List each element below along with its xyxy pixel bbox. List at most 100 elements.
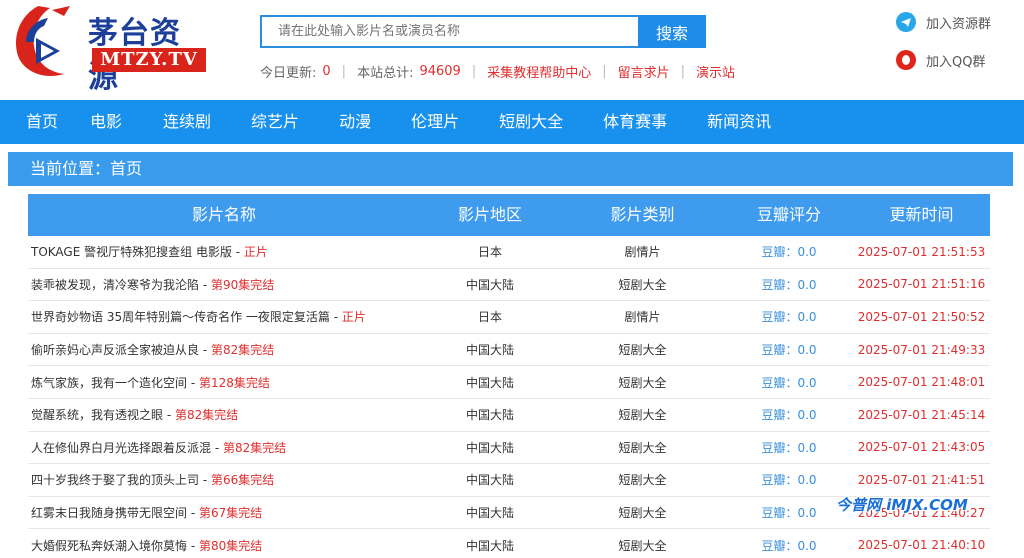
join-telegram-link[interactable]: 加入资源群	[896, 12, 991, 32]
divider: |	[680, 64, 686, 79]
video-category: 短剧大全	[618, 538, 667, 553]
table-row[interactable]: 装乖被发现，清冷寒爷为我沦陷 - 第90集完结 中国大陆 短剧大全 豆瓣：0.0…	[28, 269, 990, 302]
nav-item-movies[interactable]: 电影	[76, 100, 149, 144]
table-row[interactable]: 大婚假死私奔妖潮入境你莫悔 - 第80集完结 中国大陆 短剧大全 豆瓣：0.0 …	[28, 529, 990, 558]
join-qq-label: 加入QQ群	[926, 54, 986, 70]
table-row[interactable]: 世界奇妙物语 35周年特别篇～传奇名作 一夜限定复活篇 - 正片 日本 剧情片 …	[28, 301, 990, 334]
video-region: 中国大陆	[465, 506, 514, 521]
video-status: 正片	[341, 310, 366, 325]
today-update-label: 今日更新:	[260, 66, 317, 81]
telegram-icon	[896, 12, 916, 32]
total-label: 本站总计:	[357, 66, 414, 81]
table-row[interactable]: 人在修仙界白月光选择跟着反派混 - 第82集完结 中国大陆 短剧大全 豆瓣：0.…	[28, 432, 990, 465]
title-separator: -	[187, 506, 199, 521]
video-title[interactable]: 红雾末日我随身携带无限空间	[31, 506, 187, 520]
video-rating: 豆瓣：0.0	[761, 440, 817, 455]
video-rating: 豆瓣：0.0	[761, 473, 817, 488]
video-status: 第128集完结	[198, 375, 270, 390]
video-status: 第82集完结	[222, 440, 287, 455]
video-region: 中国大陆	[465, 408, 514, 423]
breadcrumb: 当前位置：首页	[8, 152, 1013, 186]
video-region: 中国大陆	[465, 375, 514, 390]
video-title-cell[interactable]: 世界奇妙物语 35周年特别篇～传奇名作 一夜限定复活篇 - 正片	[28, 308, 420, 325]
video-status: 第82集完结	[174, 408, 239, 423]
header-category: 影片类别	[610, 205, 675, 224]
video-region: 中国大陆	[465, 538, 514, 553]
video-title[interactable]: 装乖被发现，清冷寒爷为我沦陷	[31, 278, 199, 292]
video-update-time: 2025-07-01 21:45:14	[857, 407, 986, 422]
watermark: 今普网 iMJX.COM	[836, 496, 968, 514]
video-title[interactable]: TOKAGE 警视厅特殊犯搜查组 电影版	[31, 245, 232, 259]
video-update-time: 2025-07-01 21:51:53	[857, 244, 986, 259]
total-value: 94609	[419, 64, 461, 79]
video-update-time: 2025-07-01 21:40:10	[857, 538, 986, 553]
site-logo[interactable]: 茅台资源 MTZY.TV	[8, 2, 206, 95]
qq-icon	[896, 50, 916, 70]
video-category: 剧情片	[624, 245, 661, 260]
table-row[interactable]: 偷听亲妈心声反派全家被迫从良 - 第82集完结 中国大陆 短剧大全 豆瓣：0.0…	[28, 334, 990, 367]
site-stats: 今日更新: 0 | 本站总计: 94609 | 采集教程帮助中心 | 留言求片 …	[260, 62, 735, 81]
video-title-cell[interactable]: 人在修仙界白月光选择跟着反派混 - 第82集完结	[28, 439, 420, 456]
nav-item-sports[interactable]: 体育赛事	[589, 100, 693, 144]
title-separator: -	[187, 375, 199, 390]
header-region: 影片地区	[457, 205, 522, 224]
video-title-cell[interactable]: 觉醒系统，我有透视之眼 - 第82集完结	[28, 406, 420, 423]
video-title[interactable]: 偷听亲妈心声反派全家被迫从良	[31, 343, 199, 357]
title-separator: -	[199, 473, 211, 488]
site-header: 茅台资源 MTZY.TV 搜索 今日更新: 0 | 本站总计: 94609 | …	[0, 0, 1024, 100]
nav-item-home[interactable]: 首页	[0, 100, 76, 144]
video-update-time: 2025-07-01 21:41:51	[857, 472, 986, 487]
logo-emblem-icon	[16, 6, 70, 76]
nav-item-news[interactable]: 新闻资讯	[693, 100, 785, 144]
table-row[interactable]: 觉醒系统，我有透视之眼 - 第82集完结 中国大陆 短剧大全 豆瓣：0.0 20…	[28, 399, 990, 432]
join-qq-link[interactable]: 加入QQ群	[896, 50, 985, 70]
nav-item-ethics[interactable]: 伦理片	[397, 100, 485, 144]
video-title-cell[interactable]: 红雾末日我随身携带无限空间 - 第67集完结	[28, 504, 420, 521]
video-update-time: 2025-07-01 21:48:01	[857, 375, 986, 390]
nav-item-anime[interactable]: 动漫	[325, 100, 397, 144]
divider: |	[602, 64, 607, 79]
video-category: 短剧大全	[618, 277, 667, 292]
video-title-cell[interactable]: 炼气家族，我有一个造化空间 - 第128集完结	[28, 374, 420, 391]
table-row[interactable]: 四十岁我终于娶了我的顶头上司 - 第66集完结 中国大陆 短剧大全 豆瓣：0.0…	[28, 464, 990, 497]
video-title-cell[interactable]: TOKAGE 警视厅特殊犯搜查组 电影版 - 正片	[28, 243, 420, 260]
nav-item-short-drama[interactable]: 短剧大全	[485, 100, 589, 144]
video-rating: 豆瓣：0.0	[761, 310, 817, 325]
video-status: 第66集完结	[210, 473, 275, 488]
table-row[interactable]: 炼气家族，我有一个造化空间 - 第128集完结 中国大陆 短剧大全 豆瓣：0.0…	[28, 366, 990, 399]
video-category: 短剧大全	[618, 506, 667, 521]
video-title[interactable]: 大婚假死私奔妖潮入境你莫悔	[31, 539, 187, 553]
video-category: 短剧大全	[618, 343, 667, 358]
video-region: 日本	[477, 245, 502, 260]
request-link[interactable]: 留言求片	[618, 62, 670, 81]
table-row[interactable]: TOKAGE 警视厅特殊犯搜查组 电影版 - 正片 日本 剧情片 豆瓣：0.0 …	[28, 236, 990, 269]
video-category: 短剧大全	[618, 375, 667, 390]
video-title[interactable]: 四十岁我终于娶了我的顶头上司	[31, 473, 199, 487]
video-title[interactable]: 觉醒系统，我有透视之眼	[31, 408, 163, 422]
nav-item-series[interactable]: 连续剧	[149, 100, 237, 144]
video-title-cell[interactable]: 大婚假死私奔妖潮入境你莫悔 - 第80集完结	[28, 537, 420, 554]
video-status: 第67集完结	[198, 506, 263, 521]
video-rating: 豆瓣：0.0	[761, 506, 817, 521]
video-rating: 豆瓣：0.0	[761, 245, 817, 260]
video-title[interactable]: 世界奇妙物语 35周年特别篇～传奇名作 一夜限定复活篇	[31, 310, 330, 324]
video-title[interactable]: 炼气家族，我有一个造化空间	[31, 376, 187, 390]
search-input[interactable]	[260, 15, 638, 48]
search-button[interactable]: 搜索	[638, 15, 706, 48]
video-title-cell[interactable]: 装乖被发现，清冷寒爷为我沦陷 - 第90集完结	[28, 276, 420, 293]
video-rating: 豆瓣：0.0	[761, 538, 817, 553]
video-region: 日本	[477, 310, 502, 325]
video-rating: 豆瓣：0.0	[761, 375, 817, 390]
video-title-cell[interactable]: 偷听亲妈心声反派全家被迫从良 - 第82集完结	[28, 341, 420, 358]
video-title-cell[interactable]: 四十岁我终于娶了我的顶头上司 - 第66集完结	[28, 471, 420, 488]
video-title[interactable]: 人在修仙界白月光选择跟着反派混	[31, 441, 211, 455]
help-center-link[interactable]: 采集教程帮助中心	[487, 62, 591, 81]
title-separator: -	[163, 408, 175, 423]
header-update-time: 更新时间	[889, 205, 954, 224]
logo-domain: MTZY.TV	[92, 48, 206, 72]
nav-item-variety[interactable]: 综艺片	[237, 100, 325, 144]
main-nav: 首页 电影 连续剧 综艺片 动漫 伦理片 短剧大全 体育赛事 新闻资讯	[0, 100, 1024, 144]
demo-link[interactable]: 演示站	[696, 62, 735, 81]
video-update-time: 2025-07-01 21:43:05	[857, 440, 986, 455]
video-rating: 豆瓣：0.0	[761, 277, 817, 292]
